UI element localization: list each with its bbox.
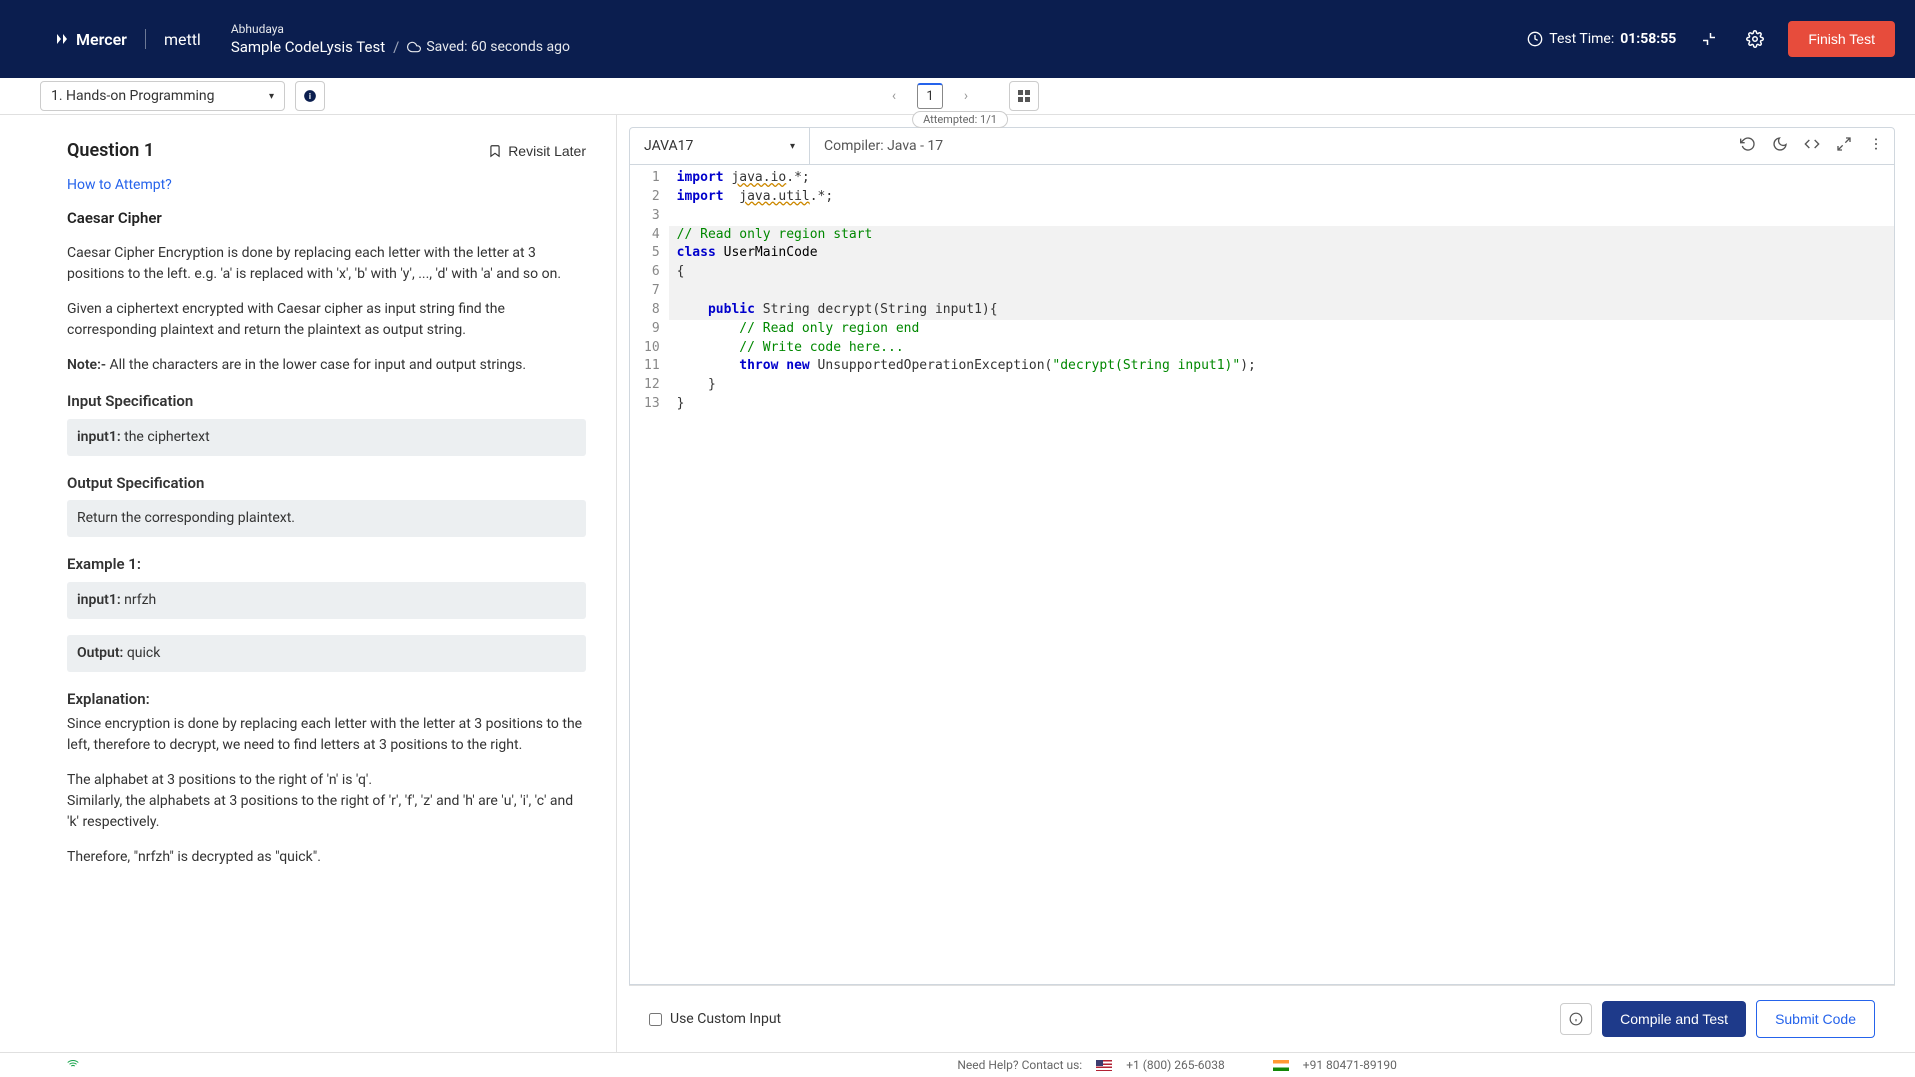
explanation-heading: Explanation:	[67, 688, 586, 711]
logo-divider	[145, 29, 146, 49]
input-spec-box: input1: the ciphertext	[67, 419, 586, 456]
example-input-box: input1: nrfzh	[67, 582, 586, 619]
settings-button[interactable]	[1742, 26, 1768, 52]
submit-code-button[interactable]: Submit Code	[1756, 1000, 1875, 1038]
section-dropdown[interactable]: 1. Hands-on Programming	[40, 81, 285, 111]
question-panel[interactable]: Question 1 Revisit Later How to Attempt?…	[0, 115, 617, 1052]
compile-test-button[interactable]: Compile and Test	[1602, 1001, 1746, 1037]
mettl-logo: mettl	[164, 30, 201, 49]
user-name: Abhudaya	[231, 22, 570, 36]
subheader: 1. Hands-on Programming i ‹ 1 › Attempte…	[0, 78, 1915, 115]
next-question-button[interactable]: ›	[953, 83, 979, 109]
example-heading: Example 1:	[67, 553, 586, 576]
code-content[interactable]: import java.io.*;import java.util.*; // …	[669, 165, 1894, 984]
minimize-icon	[1700, 30, 1718, 48]
logo-section: Mercer mettl	[55, 29, 201, 49]
us-phone: +1 (800) 265-6038	[1126, 1058, 1225, 1072]
problem-description: Caesar Cipher Encryption is done by repl…	[67, 243, 586, 868]
editor-footer: Use Custom Input Compile and Test Submit…	[629, 985, 1895, 1052]
question-nav-1[interactable]: 1	[917, 83, 943, 109]
attempted-badge: Attempted: 1/1	[912, 111, 1008, 128]
revisit-later-button[interactable]: Revisit Later	[488, 143, 586, 159]
gear-icon	[1746, 30, 1764, 48]
connection-status	[65, 1058, 81, 1073]
info-icon	[1569, 1012, 1583, 1026]
code-editor[interactable]: 12345678910111213 import java.io.*;impor…	[629, 165, 1895, 985]
test-info: Abhudaya Sample CodeLysis Test / Saved: …	[231, 22, 570, 56]
help-label: Need Help? Contact us:	[957, 1058, 1082, 1072]
custom-input-checkbox[interactable]	[649, 1013, 662, 1026]
custom-input-toggle[interactable]: Use Custom Input	[649, 1011, 781, 1027]
output-spec-box: Return the corresponding plaintext.	[67, 500, 586, 537]
app-header: Mercer mettl Abhudaya Sample CodeLysis T…	[0, 0, 1915, 78]
how-to-attempt-link[interactable]: How to Attempt?	[67, 177, 586, 193]
main-area: Question 1 Revisit Later How to Attempt?…	[0, 115, 1915, 1052]
reset-button[interactable]	[1740, 136, 1756, 156]
output-spec-heading: Output Specification	[67, 472, 586, 495]
editor-toolbar: JAVA17 ▾ Compiler: Java - 17	[629, 127, 1895, 165]
question-title: Question 1	[67, 140, 154, 161]
footer-bar: Need Help? Contact us: +1 (800) 265-6038…	[0, 1052, 1915, 1077]
in-phone: +91 80471-89190	[1303, 1058, 1397, 1072]
wifi-icon	[65, 1058, 81, 1070]
mercer-icon	[55, 31, 71, 47]
input-spec-heading: Input Specification	[67, 390, 586, 413]
line-gutter: 12345678910111213	[630, 165, 669, 984]
moon-icon	[1772, 136, 1788, 152]
code-panel: JAVA17 ▾ Compiler: Java - 17 12345678910…	[617, 115, 1915, 1052]
bookmark-icon	[488, 143, 502, 159]
code-icon	[1804, 136, 1820, 152]
example-output-box: Output: quick	[67, 635, 586, 672]
language-dropdown[interactable]: JAVA17 ▾	[630, 128, 810, 164]
minimize-button[interactable]	[1696, 26, 1722, 52]
clock-icon	[1527, 31, 1543, 47]
svg-text:i: i	[309, 91, 311, 101]
question-nav: ‹ 1 › Attempted: 1/1	[881, 81, 1039, 111]
us-flag-icon	[1096, 1060, 1112, 1071]
problem-title: Caesar Cipher	[67, 209, 586, 227]
more-button[interactable]	[1868, 136, 1884, 156]
test-name: Sample CodeLysis Test	[231, 38, 385, 56]
in-flag-icon	[1273, 1060, 1289, 1071]
more-vertical-icon	[1868, 136, 1884, 152]
code-button[interactable]	[1804, 136, 1820, 156]
fullscreen-button[interactable]	[1836, 136, 1852, 156]
finish-test-button[interactable]: Finish Test	[1788, 21, 1895, 57]
info-icon: i	[303, 89, 317, 103]
prev-question-button[interactable]: ‹	[881, 83, 907, 109]
save-status: Saved: 60 seconds ago	[407, 39, 570, 55]
cloud-icon	[407, 40, 421, 54]
compiler-label: Compiler: Java - 17	[810, 138, 957, 154]
grid-icon	[1018, 90, 1030, 102]
expand-icon	[1836, 136, 1852, 152]
theme-button[interactable]	[1772, 136, 1788, 156]
mercer-logo: Mercer	[55, 30, 127, 49]
action-info-button[interactable]	[1560, 1003, 1592, 1035]
question-grid-button[interactable]	[1009, 81, 1039, 111]
undo-icon	[1740, 136, 1756, 152]
test-timer: Test Time: 01:58:55	[1527, 31, 1676, 47]
section-info-button[interactable]: i	[295, 81, 325, 111]
